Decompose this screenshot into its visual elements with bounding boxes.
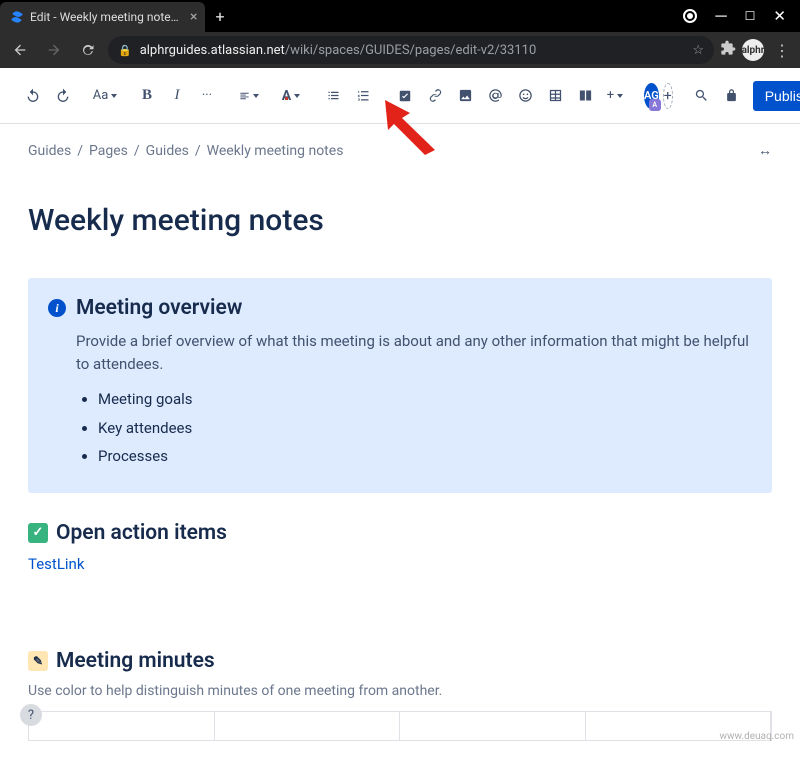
confluence-favicon-icon	[10, 10, 24, 24]
extensions-icon[interactable]	[720, 40, 736, 60]
align-dropdown[interactable]	[236, 80, 262, 112]
find-button[interactable]	[689, 80, 715, 112]
user-avatar[interactable]: AGA	[644, 83, 659, 109]
more-format-button[interactable]: ···	[194, 80, 220, 112]
list-item[interactable]: Key attendees	[98, 414, 752, 443]
new-tab-button[interactable]: +	[215, 7, 224, 26]
list-item[interactable]: Processes	[98, 442, 752, 471]
table-button[interactable]	[542, 80, 568, 112]
text-style-dropdown[interactable]: Aa	[92, 80, 118, 112]
minimize-button[interactable]: ─	[715, 6, 726, 26]
text-color-dropdown[interactable]: A	[278, 80, 304, 112]
back-button[interactable]	[6, 36, 34, 64]
breadcrumb-item[interactable]: Weekly meeting notes	[207, 143, 344, 159]
url-field[interactable]: 🔒 alphrguides.atlassian.net/wiki/spaces/…	[108, 36, 714, 64]
tab-title: Edit - Weekly meeting notes - G	[30, 10, 180, 24]
page-width-toggle-icon[interactable]: ↔	[758, 142, 772, 159]
editor-toolbar: Aa B I ··· A + AGA + Publish Close ···	[0, 68, 800, 124]
breadcrumb-item[interactable]: Guides	[146, 143, 189, 159]
breadcrumb-row: Guides/ Pages/ Guides/ Weekly meeting no…	[0, 124, 800, 165]
maximize-button[interactable]: ☐	[745, 9, 756, 23]
section-heading[interactable]: ✓ Open action items	[28, 521, 772, 545]
panel-bullet-list[interactable]: Meeting goals Key attendees Processes	[98, 385, 752, 471]
publish-button[interactable]: Publish	[753, 81, 800, 111]
url-text: alphrguides.atlassian.net/wiki/spaces/GU…	[140, 43, 537, 58]
check-icon: ✓	[28, 523, 48, 543]
page-title[interactable]: Weekly meeting notes	[28, 203, 772, 238]
italic-button[interactable]: I	[164, 80, 190, 112]
info-panel[interactable]: i Meeting overview Provide a brief overv…	[28, 278, 772, 493]
window-controls: ─ ☐ ✕	[683, 6, 800, 26]
forward-button[interactable]	[40, 36, 68, 64]
image-button[interactable]	[452, 80, 478, 112]
panel-heading-text[interactable]: Meeting overview	[76, 296, 242, 320]
note-icon: ✎	[28, 651, 48, 671]
action-item-button[interactable]	[392, 80, 418, 112]
panel-body-text[interactable]: Provide a brief overview of what this me…	[76, 330, 752, 375]
insert-dropdown[interactable]: +	[602, 80, 628, 112]
breadcrumb-item[interactable]: Guides	[28, 143, 71, 159]
bullet-list-button[interactable]	[320, 80, 346, 112]
lock-icon: 🔒	[118, 44, 132, 57]
emoji-button[interactable]	[512, 80, 538, 112]
breadcrumb-item[interactable]: Pages	[89, 143, 128, 159]
bold-button[interactable]: B	[134, 80, 160, 112]
profile-avatar[interactable]: alphr	[742, 39, 764, 61]
address-bar: 🔒 alphrguides.atlassian.net/wiki/spaces/…	[0, 32, 800, 68]
restrictions-button[interactable]	[719, 80, 745, 112]
invite-button[interactable]: +	[663, 83, 673, 109]
close-window-button[interactable]: ✕	[773, 7, 786, 25]
window-titlebar: Edit - Weekly meeting notes - G × + ─ ☐ …	[0, 0, 800, 32]
redo-button[interactable]	[50, 80, 76, 112]
layouts-button[interactable]	[572, 80, 598, 112]
panel-heading: i Meeting overview	[48, 296, 752, 320]
help-button[interactable]: ?	[20, 704, 42, 726]
hint-text[interactable]: Use color to help distinguish minutes of…	[28, 683, 772, 699]
tab-strip: Edit - Weekly meeting notes - G × +	[0, 0, 225, 32]
mention-button[interactable]	[482, 80, 508, 112]
record-icon[interactable]	[683, 9, 697, 23]
editor-content[interactable]: Weekly meeting notes i Meeting overview …	[0, 165, 800, 761]
browser-tab[interactable]: Edit - Weekly meeting notes - G ×	[0, 2, 205, 32]
reload-button[interactable]	[74, 36, 102, 64]
link-text[interactable]: TestLink	[28, 555, 772, 573]
link-button[interactable]	[422, 80, 448, 112]
breadcrumb: Guides/ Pages/ Guides/ Weekly meeting no…	[28, 143, 343, 159]
list-item[interactable]: Meeting goals	[98, 385, 752, 414]
numbered-list-button[interactable]	[350, 80, 376, 112]
table-stub[interactable]	[28, 711, 772, 741]
watermark-text: www.deuaq.com	[720, 731, 795, 742]
heading-text[interactable]: Meeting minutes	[56, 649, 215, 673]
section-heading[interactable]: ✎ Meeting minutes	[28, 649, 772, 673]
heading-text[interactable]: Open action items	[56, 521, 227, 545]
bookmark-star-icon[interactable]: ☆	[692, 43, 704, 58]
tab-close-icon[interactable]: ×	[190, 9, 197, 25]
info-icon: i	[48, 299, 66, 317]
browser-menu-icon[interactable]: ⋮	[770, 41, 794, 60]
undo-button[interactable]	[20, 80, 46, 112]
